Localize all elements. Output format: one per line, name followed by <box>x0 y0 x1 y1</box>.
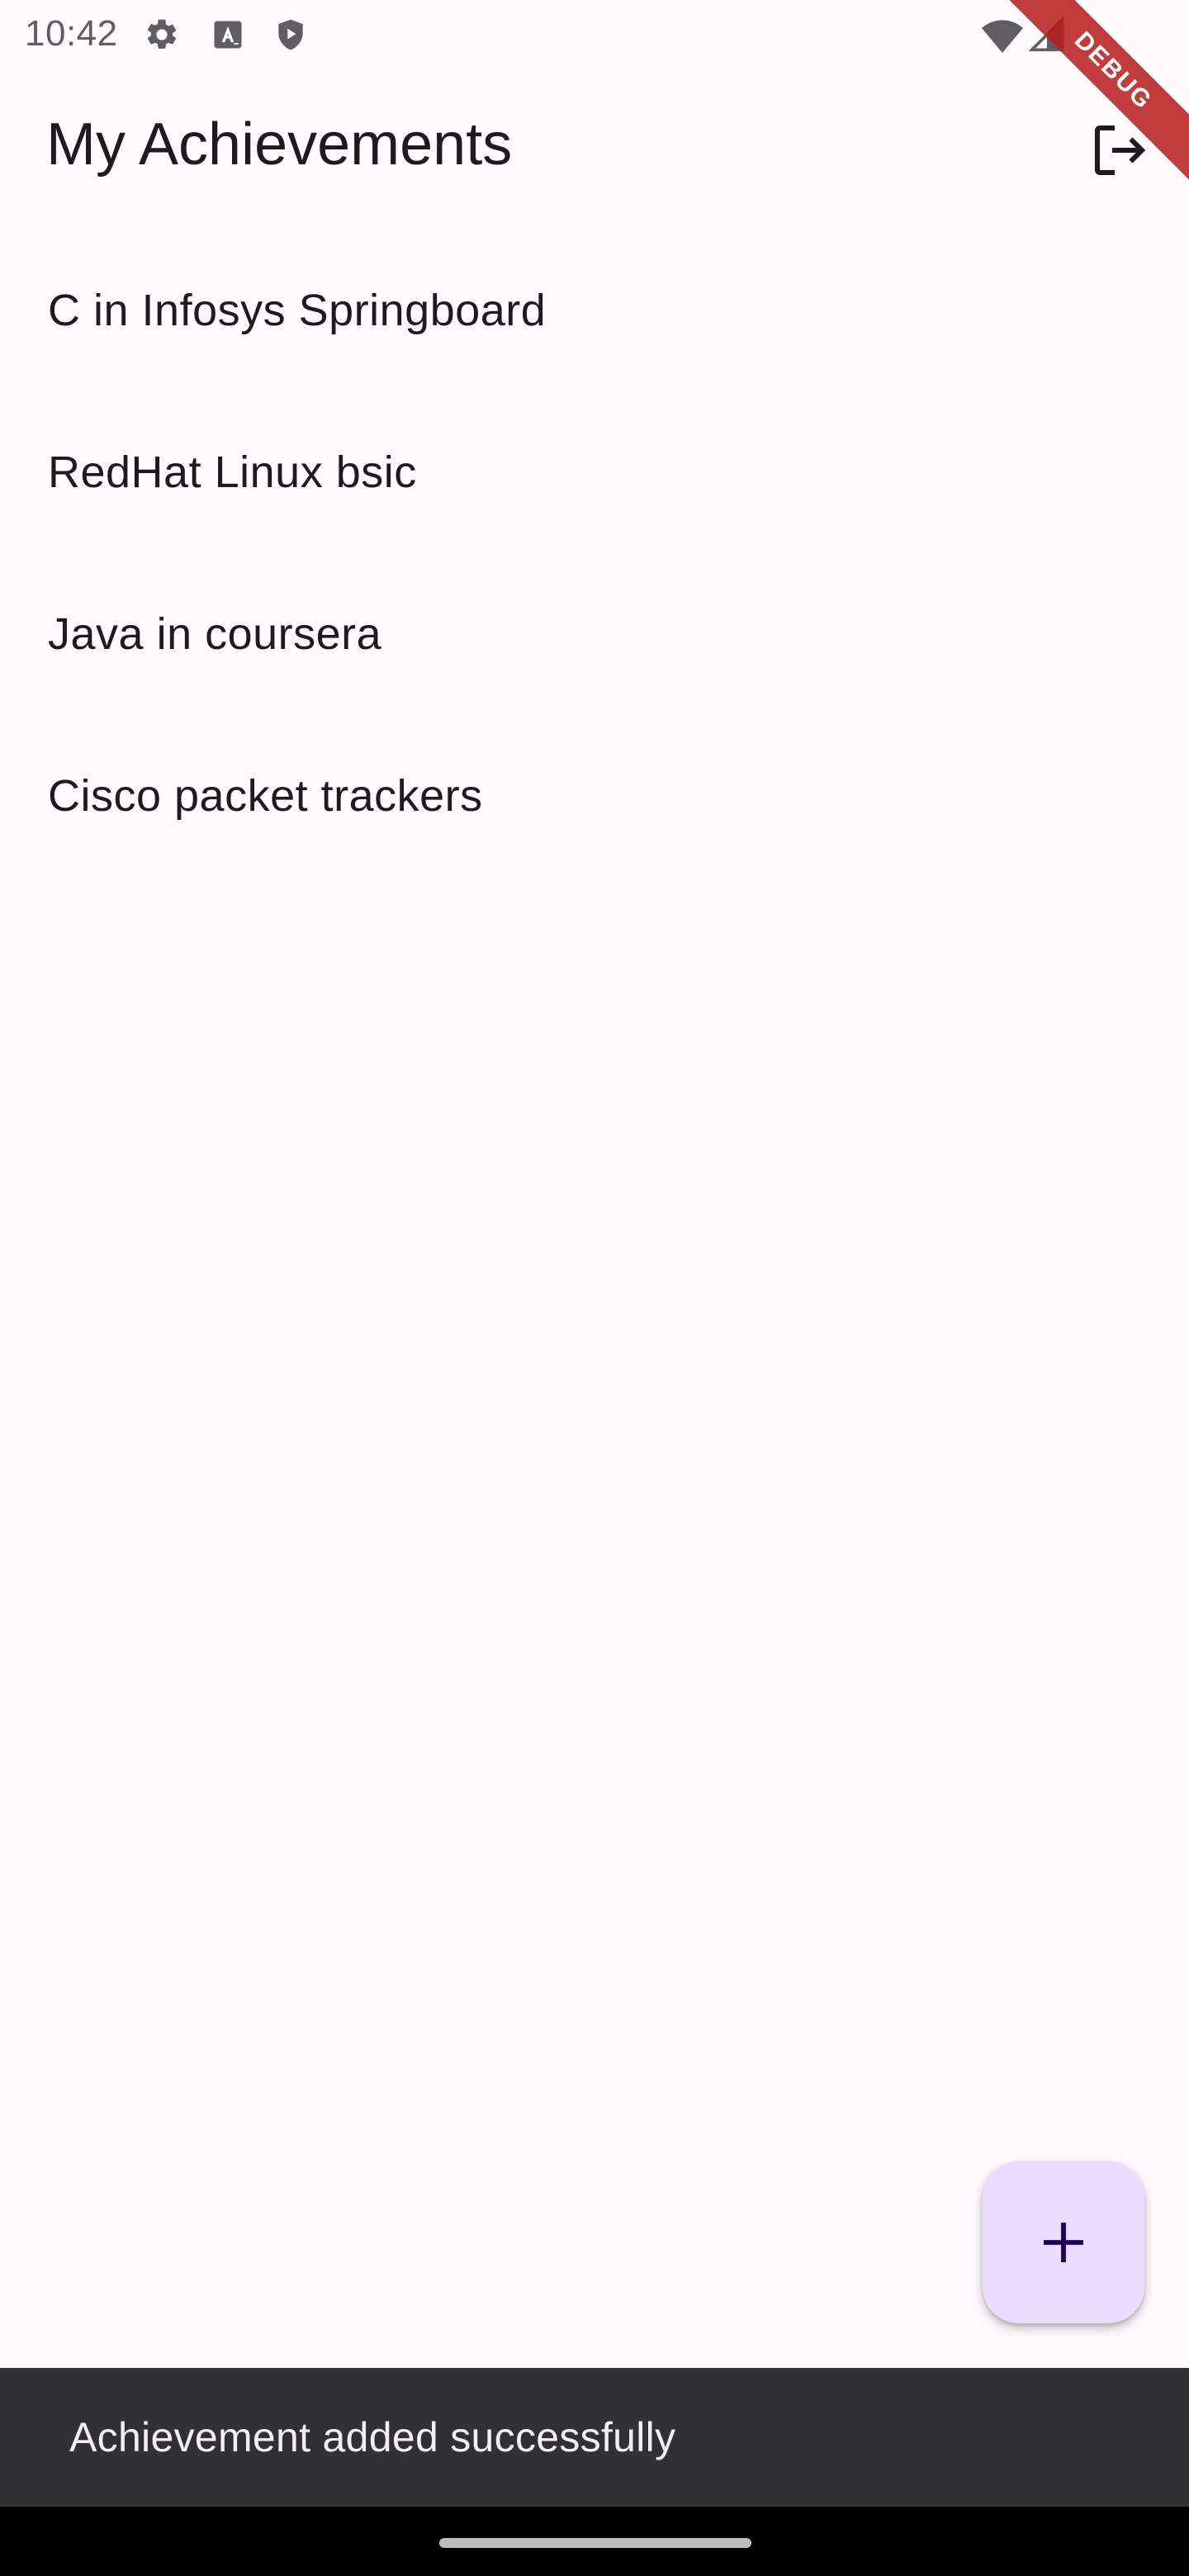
status-bar: 10:42 <box>0 0 1189 69</box>
achievement-title: Java in coursera <box>48 609 382 659</box>
list-item[interactable]: C in Infosys Springboard <box>0 230 1189 391</box>
gear-icon <box>144 17 180 53</box>
add-achievement-button[interactable] <box>983 2162 1144 2323</box>
list-item[interactable]: RedHat Linux bsic <box>0 391 1189 553</box>
list-item[interactable]: Cisco packet trackers <box>0 715 1189 877</box>
snackbar: Achievement added successfully <box>0 2368 1189 2507</box>
snackbar-message: Achievement added successfully <box>69 2414 676 2460</box>
achievement-title: RedHat Linux bsic <box>48 447 417 497</box>
list-item[interactable]: Java in coursera <box>0 553 1189 715</box>
logout-icon <box>1095 125 1146 175</box>
app-screen: 10:42 DEBUG My Achievements C in Infosys… <box>0 0 1189 2576</box>
wifi-icon <box>981 18 1024 54</box>
achievements-list: C in Infosys Springboard RedHat Linux bs… <box>0 230 1189 877</box>
home-indicator[interactable] <box>439 2538 751 2548</box>
system-nav-bar <box>0 2507 1189 2576</box>
a-icon <box>210 17 246 53</box>
plus-icon <box>1044 2223 1083 2262</box>
achievement-title: Cisco packet trackers <box>48 771 483 821</box>
status-time: 10:42 <box>25 13 118 54</box>
achievement-title: C in Infosys Springboard <box>48 286 547 335</box>
shield-icon <box>272 17 309 53</box>
logout-button[interactable] <box>1083 114 1156 187</box>
page-title: My Achievements <box>46 111 513 178</box>
app-bar: My Achievements <box>0 69 1189 228</box>
signal-icon <box>1028 16 1065 53</box>
